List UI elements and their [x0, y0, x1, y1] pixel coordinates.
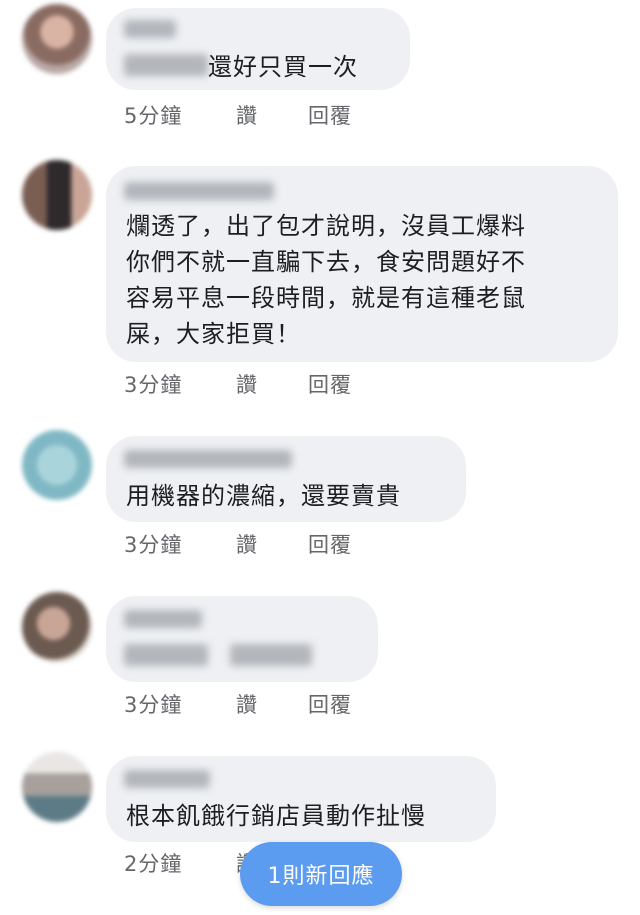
commenter-name[interactable] [124, 182, 274, 200]
comment-bubble: 根本飢餓行銷店員動作扯慢 [106, 756, 496, 842]
comment-bubble [106, 596, 378, 682]
comment-time: 3分鐘 [124, 533, 183, 557]
avatar[interactable] [22, 752, 92, 822]
reply-button[interactable]: 回覆 [308, 369, 352, 399]
comment-time: 2分鐘 [124, 852, 183, 876]
comment-time: 5分鐘 [124, 104, 183, 128]
comment-time: 3分鐘 [124, 373, 183, 397]
commenter-name[interactable] [124, 610, 202, 628]
reply-button[interactable]: 回覆 [308, 529, 352, 559]
comment-time: 3分鐘 [124, 693, 183, 717]
comment-text-blurred [124, 644, 208, 666]
comment-text: 根本飢餓行銷店員動作扯慢 [126, 802, 426, 830]
commenter-name[interactable] [124, 20, 176, 38]
comment-bubble: 爛透了，出了包才說明，沒員工爆料 你們不就一直騙下去，食安問題好不 容易平息一段… [106, 166, 618, 362]
comment-text: 還好只買一次 [208, 53, 358, 81]
avatar[interactable] [22, 592, 92, 662]
like-button[interactable]: 讚 [236, 689, 258, 719]
comment-text-blurred [230, 644, 312, 666]
comment-text: 爛透了，出了包才說明，沒員工爆料 你們不就一直騙下去，食安問題好不 容易平息一段… [126, 212, 526, 348]
reply-button[interactable]: 回覆 [308, 100, 352, 130]
commenter-name[interactable] [124, 450, 292, 468]
avatar[interactable] [22, 4, 92, 74]
like-button[interactable]: 讚 [236, 369, 258, 399]
mention-tag[interactable] [124, 54, 208, 76]
comment-bubble: 還好只買一次 [106, 8, 410, 90]
comment-text: 用機器的濃縮，還要賣貴 [126, 482, 401, 510]
avatar[interactable] [22, 430, 92, 500]
comment-bubble: 用機器的濃縮，還要賣貴 [106, 436, 466, 522]
like-button[interactable]: 讚 [236, 100, 258, 130]
commenter-name[interactable] [124, 770, 210, 788]
reply-button[interactable]: 回覆 [308, 689, 352, 719]
new-replies-button[interactable]: 1則新回應 [240, 842, 402, 906]
like-button[interactable]: 讚 [236, 529, 258, 559]
avatar[interactable] [22, 160, 92, 230]
